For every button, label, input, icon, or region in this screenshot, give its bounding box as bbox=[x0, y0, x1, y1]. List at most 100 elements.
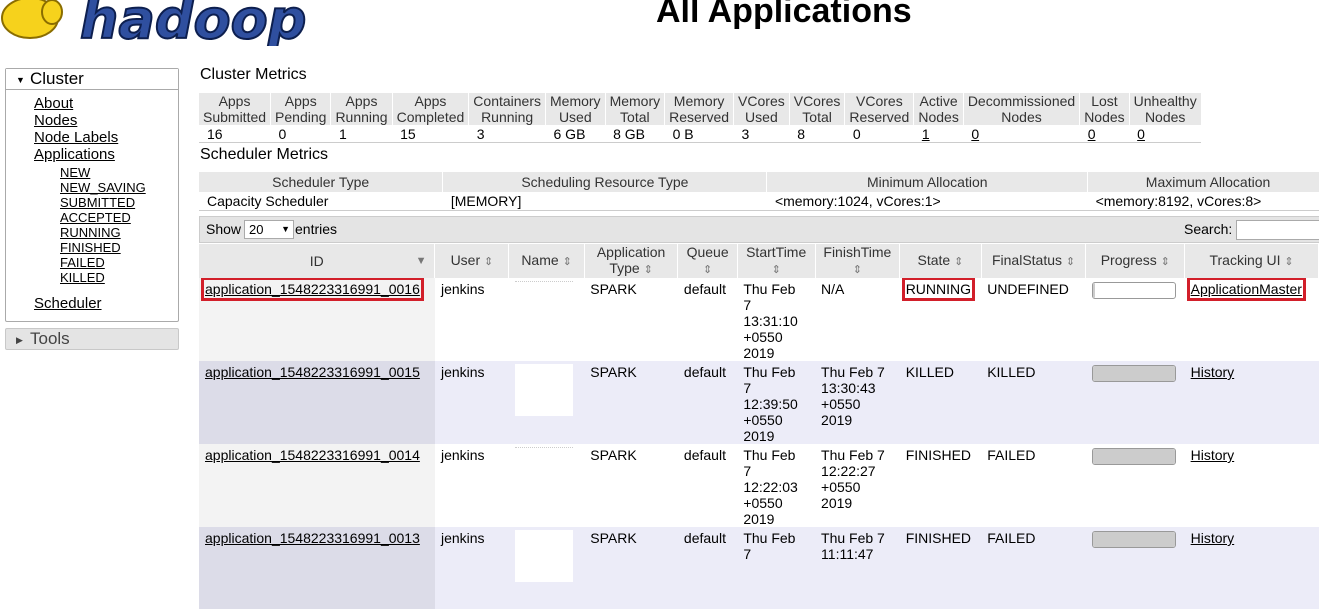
start-time-line: 2019 bbox=[743, 428, 775, 444]
metric-value[interactable]: 0 bbox=[1129, 125, 1202, 143]
col-finalstatus-header[interactable]: FinalStatus ⇕ bbox=[981, 244, 1087, 278]
app-finishtime-cell: N/A bbox=[815, 278, 900, 361]
app-id-link[interactable]: application_1548223316991_0014 bbox=[205, 447, 420, 463]
app-tracking-cell: History bbox=[1184, 361, 1319, 444]
app-type-cell: SPARK bbox=[584, 361, 678, 444]
applications-table-wrapper: ID ▼ User ⇕ Name ⇕ Application Type ⇕ Qu… bbox=[199, 244, 1319, 609]
entries-per-page-select[interactable]: 20 ▼ bbox=[244, 220, 294, 239]
show-label: Show bbox=[206, 221, 242, 237]
app-tracking-cell: ApplicationMaster bbox=[1184, 277, 1319, 361]
col-name-header[interactable]: Name ⇕ bbox=[508, 244, 585, 278]
nav-state-new[interactable]: NEW bbox=[60, 165, 146, 180]
app-id-link[interactable]: application_1548223316991_0016 bbox=[201, 277, 424, 301]
col-id-label: ID bbox=[309, 253, 324, 269]
metric-header-line1: Unhealthy bbox=[1133, 93, 1197, 109]
finish-time-line: Thu Feb 7 bbox=[821, 364, 885, 380]
col-queue-header[interactable]: Queue ⇕ bbox=[677, 244, 738, 278]
nav-state-new-saving[interactable]: NEW_SAVING bbox=[60, 180, 146, 195]
app-finalstatus: KILLED bbox=[987, 364, 1036, 380]
col-user-header[interactable]: User ⇕ bbox=[434, 244, 510, 278]
entries-label: entries bbox=[295, 221, 338, 237]
app-name-cell bbox=[508, 361, 585, 444]
search-input[interactable] bbox=[1236, 220, 1319, 240]
col-finishtime-header[interactable]: FinishTime ⇕ bbox=[815, 244, 901, 278]
nav-state-submitted[interactable]: SUBMITTED bbox=[60, 195, 146, 210]
metric-header: Active Nodes bbox=[913, 93, 964, 125]
finish-time-line: 2019 bbox=[821, 412, 853, 428]
metric-header: Lost Nodes bbox=[1079, 93, 1130, 125]
metric-header-line1: Decommissioned bbox=[967, 93, 1076, 109]
finish-time-line: N/A bbox=[821, 281, 845, 297]
metric-value[interactable]: 1 bbox=[913, 125, 964, 143]
nav-state-accepted[interactable]: ACCEPTED bbox=[60, 210, 146, 225]
cluster-toggle[interactable]: ▼ Cluster bbox=[6, 69, 178, 90]
col-tracking-label: Tracking UI bbox=[1209, 252, 1281, 268]
app-starttime-cell: Thu Feb 7 bbox=[737, 527, 816, 609]
metric-value[interactable]: 0 bbox=[1079, 125, 1130, 143]
start-time-line: 7 bbox=[743, 297, 752, 313]
metric-value[interactable]: 0 bbox=[963, 125, 1080, 143]
tools-nav-panel[interactable]: ▶ Tools bbox=[5, 328, 179, 350]
nav-state-killed[interactable]: KILLED bbox=[60, 270, 146, 285]
nav-link-node-labels[interactable]: Node Labels bbox=[34, 129, 146, 146]
entries-value: 20 bbox=[249, 222, 264, 237]
redacted-name bbox=[514, 530, 573, 582]
col-type-header[interactable]: Application Type ⇕ bbox=[584, 244, 679, 278]
app-id-link[interactable]: application_1548223316991_0015 bbox=[205, 364, 420, 380]
scheduler-header-row: Scheduler Type Scheduling Resource Type … bbox=[199, 172, 1319, 192]
app-user: jenkins bbox=[440, 364, 485, 380]
start-time-line: Thu Feb bbox=[743, 447, 796, 463]
start-time-line: 12:22:03 bbox=[743, 479, 798, 495]
app-id-link[interactable]: application_1548223316991_0013 bbox=[205, 530, 420, 546]
metric-header-line2: Submitted bbox=[203, 109, 267, 125]
col-starttime-header[interactable]: StartTime ⇕ bbox=[737, 244, 816, 278]
tracking-ui-link[interactable]: History bbox=[1191, 530, 1235, 546]
app-user-cell: jenkins bbox=[434, 361, 509, 444]
metric-value: 3 bbox=[468, 125, 546, 143]
metric-header-line2: Running bbox=[335, 109, 388, 125]
col-finalstatus-label: FinalStatus bbox=[991, 252, 1063, 268]
app-user-cell: jenkins bbox=[434, 444, 509, 527]
metric-value: 0 bbox=[270, 125, 331, 143]
metric-value: 0 B bbox=[664, 125, 734, 143]
metric-header-line1: Active bbox=[919, 93, 958, 109]
col-type-label: Application Type bbox=[596, 244, 666, 276]
nav-link-scheduler[interactable]: Scheduler bbox=[34, 295, 146, 312]
app-progress-cell bbox=[1085, 278, 1185, 361]
apps-table-body: application_1548223316991_0016jenkins SPA… bbox=[199, 277, 1319, 609]
app-user: jenkins bbox=[440, 447, 485, 463]
col-progress-header[interactable]: Progress ⇕ bbox=[1085, 244, 1186, 278]
nav-link-about[interactable]: About bbox=[34, 95, 146, 112]
nav-link-applications[interactable]: Applications bbox=[34, 146, 146, 163]
nav-state-finished[interactable]: FINISHED bbox=[60, 240, 146, 255]
metric-value: 16 bbox=[199, 125, 271, 143]
metric-header-line2: Used bbox=[558, 109, 592, 125]
app-finalstatus: UNDEFINED bbox=[987, 281, 1069, 297]
finish-time-line: 13:30:43 bbox=[821, 380, 876, 396]
app-row: application_1548223316991_0013 jenkins SPA… bbox=[199, 527, 1319, 609]
metric-header-line2: Reserved bbox=[849, 109, 910, 125]
app-progress-cell bbox=[1085, 361, 1185, 444]
col-tracking-header[interactable]: Tracking UI ⇕ bbox=[1184, 244, 1319, 278]
sort-icon: ⇕ bbox=[484, 256, 494, 268]
app-queue: default bbox=[683, 530, 726, 546]
app-type-cell: SPARK bbox=[584, 278, 678, 361]
app-starttime-cell: Thu Feb 7 12:22:03 +0550 2019 bbox=[737, 444, 816, 527]
tracking-ui-link[interactable]: History bbox=[1191, 364, 1235, 380]
sort-desc-icon: ▼ bbox=[415, 255, 427, 267]
tracking-ui-link[interactable]: History bbox=[1191, 447, 1235, 463]
col-state-header[interactable]: State ⇕ bbox=[899, 244, 982, 278]
page-title: All Applications bbox=[656, 0, 912, 30]
sort-icon: ⇕ bbox=[562, 256, 572, 268]
nav-state-running[interactable]: RUNNING bbox=[60, 225, 146, 240]
app-tracking-cell: History bbox=[1184, 444, 1319, 527]
app-row: application_1548223316991_0015 jenkins SPA… bbox=[199, 361, 1319, 444]
tools-toggle[interactable]: ▶ Tools bbox=[6, 329, 178, 349]
nav-link-nodes[interactable]: Nodes bbox=[34, 112, 146, 129]
col-id-header[interactable]: ID ▼ bbox=[199, 244, 436, 278]
nav-state-failed[interactable]: FAILED bbox=[60, 255, 146, 270]
tracking-ui-link[interactable]: ApplicationMaster bbox=[1186, 277, 1306, 301]
hadoop-logo: hadoop bbox=[1, 0, 307, 46]
redacted-name bbox=[514, 447, 573, 496]
progress-fill bbox=[1092, 532, 1175, 547]
